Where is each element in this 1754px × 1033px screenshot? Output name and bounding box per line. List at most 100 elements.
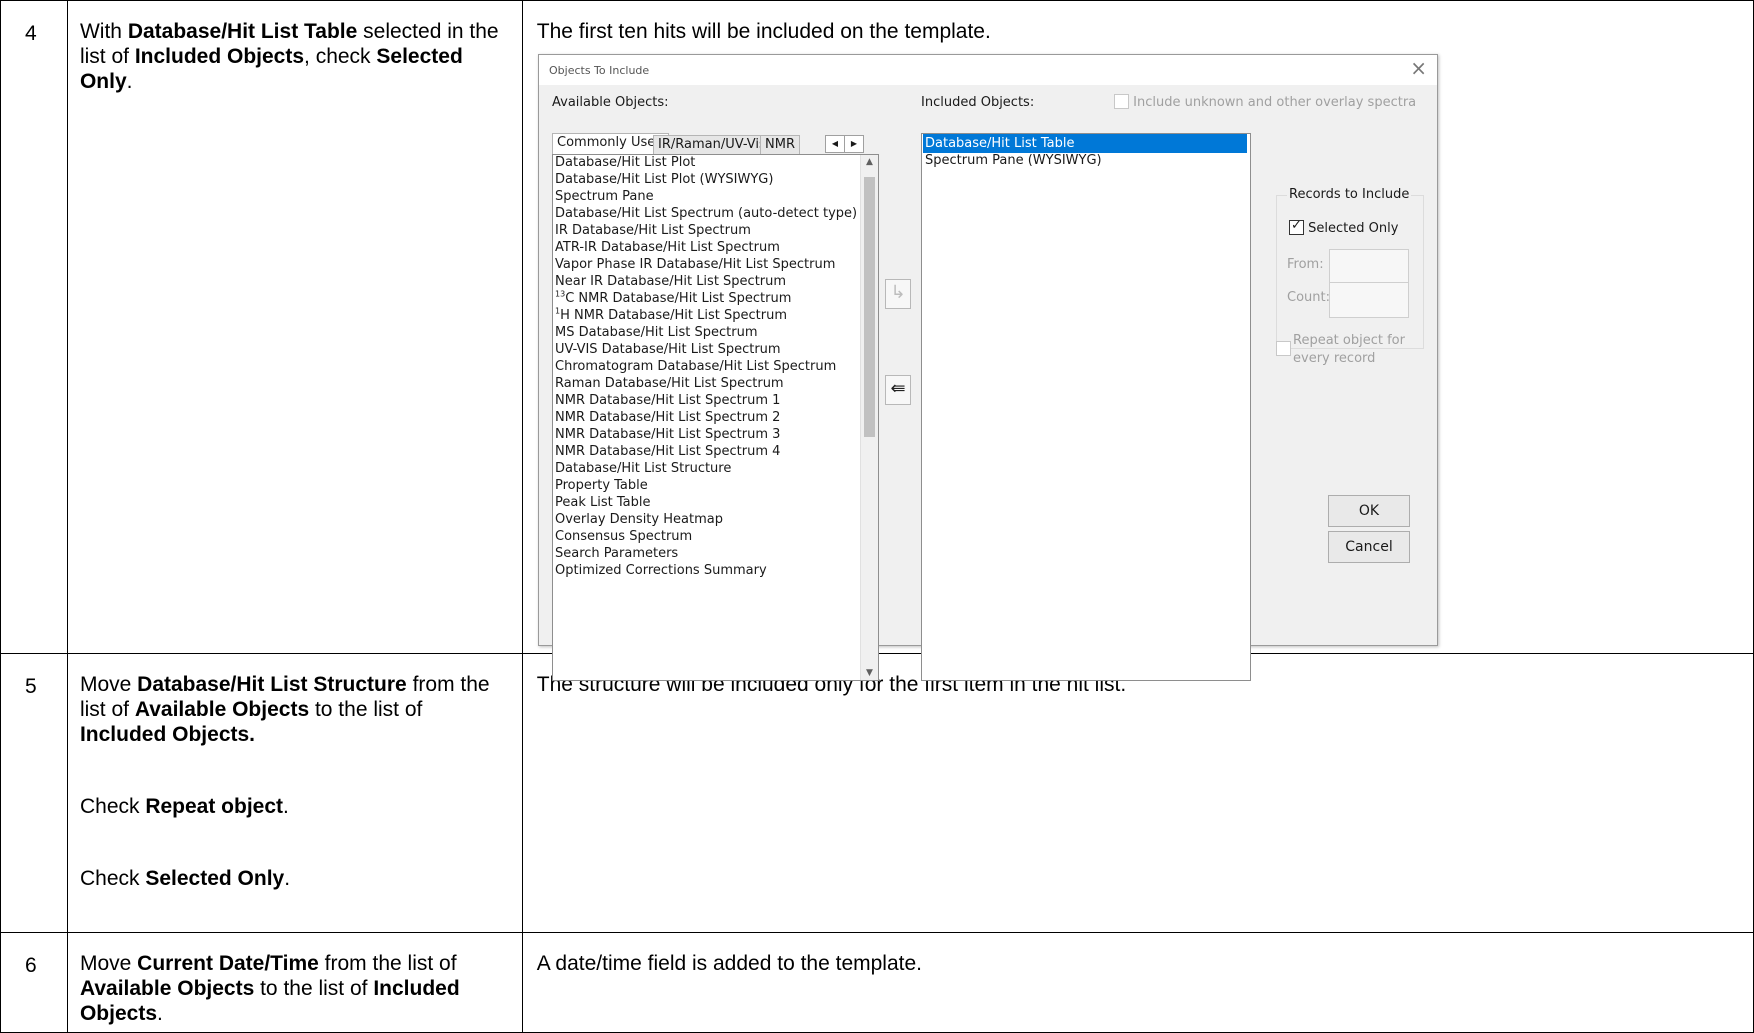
step-number: 5 — [0, 653, 68, 933]
step-instruction: Move Database/Hit List Structure from th… — [66, 653, 523, 933]
included-objects-list[interactable]: Database/Hit List Table Spectrum Pane (WY… — [921, 133, 1251, 681]
included-object-item[interactable]: Spectrum Pane (WYSIWYG) — [923, 151, 1247, 170]
available-object-label: NMR Database/Hit List Spectrum 3 — [555, 427, 781, 442]
scrollbar-thumb[interactable] — [864, 177, 875, 437]
bold-term: Database/Hit List Structure — [137, 673, 407, 696]
step-row-5: 5 Move Database/Hit List Structure from … — [0, 653, 1754, 933]
available-object-label: ATR-IR Database/Hit List Spectrum — [555, 240, 780, 255]
dialog-title: Objects To Include — [549, 64, 650, 77]
bold-term: Included Objects. — [79, 723, 256, 746]
records-to-include-group: Records to Include ✓ Selected Only From:… — [1276, 187, 1424, 349]
step-number: 4 — [0, 0, 68, 654]
available-object-label: Database/Hit List Spectrum (auto-detect … — [555, 206, 858, 221]
cancel-button[interactable]: Cancel — [1328, 531, 1410, 563]
objects-to-include-dialog: Objects To Include × Available Objects: … — [538, 54, 1438, 681]
instruction-text: to the list of — [254, 977, 374, 1000]
checkbox-icon — [1276, 341, 1291, 356]
step-result: A date/time field is added to the templa… — [521, 932, 1754, 1033]
records-group-title: Records to Include — [1287, 187, 1412, 202]
available-object-label: H NMR Database/Hit List Spectrum — [560, 308, 787, 323]
step-row-6: 6 Move Current Date/Time from the list o… — [0, 932, 1754, 1033]
repeat-label-line-1: Repeat object for — [1293, 333, 1405, 348]
tab-commonly-used[interactable]: Commonly Used — [552, 133, 669, 154]
available-object-label: Overlay Density Heatmap — [555, 512, 723, 527]
selected-only-label: Selected Only — [1308, 221, 1399, 236]
instruction-text: to the list of — [309, 698, 423, 721]
repeat-object-checkbox[interactable]: Repeat object for every record — [1276, 332, 1405, 368]
available-object-label: Spectrum Pane — [555, 189, 654, 204]
from-field[interactable] — [1329, 249, 1409, 285]
step-result: The structure will be included only for … — [521, 653, 1754, 933]
close-icon[interactable]: × — [1410, 58, 1427, 78]
available-object-label: NMR Database/Hit List Spectrum 1 — [555, 393, 781, 408]
bold-term: Database/Hit List Table — [127, 20, 358, 43]
available-object-item[interactable]: Optimized Corrections Summary — [555, 561, 767, 580]
available-object-label: C NMR Database/Hit List Spectrum — [565, 291, 792, 306]
available-object-label: Optimized Corrections Summary — [555, 563, 767, 578]
included-objects-label: Included Objects: — [921, 95, 1035, 110]
instruction-text: With — [79, 20, 128, 43]
remove-object-button[interactable]: ⇚ — [885, 375, 911, 405]
available-object-label: UV-VIS Database/Hit List Spectrum — [555, 342, 781, 357]
instruction-text: . — [126, 70, 133, 93]
instruction-text: Check — [79, 867, 146, 890]
step-number: 6 — [0, 932, 68, 1033]
instruction-text: , check — [304, 45, 377, 68]
available-object-label: NMR Database/Hit List Spectrum 2 — [555, 410, 781, 425]
available-object-label: IR Database/Hit List Spectrum — [555, 223, 751, 238]
available-objects-list[interactable]: ▲ ▼ Database/Hit List Plot Database/Hit L… — [552, 154, 879, 681]
bold-term: Included Objects — [134, 45, 305, 68]
bold-term: Available Objects — [79, 977, 255, 1000]
available-object-label: Raman Database/Hit List Spectrum — [555, 376, 784, 391]
count-field[interactable] — [1329, 282, 1409, 318]
instruction-text: Move — [79, 952, 138, 975]
bold-term: Current Date/Time — [137, 952, 319, 975]
available-object-label: NMR Database/Hit List Spectrum 4 — [555, 444, 781, 459]
instruction-text: . — [283, 795, 289, 818]
include-unknown-checkbox[interactable]: Include unknown and other overlay spectr… — [1114, 94, 1417, 110]
available-list-scrollbar[interactable]: ▲ ▼ — [860, 155, 878, 680]
available-objects-label: Available Objects: — [552, 95, 669, 110]
instruction-text: Move — [79, 673, 138, 696]
step-instruction: Move Current Date/Time from the list of … — [66, 932, 523, 1033]
bold-term: Repeat object — [145, 795, 284, 818]
isotope-superscript: 13 — [555, 289, 566, 299]
available-object-label: Search Parameters — [555, 546, 679, 561]
bold-term: Selected Only — [145, 867, 285, 890]
available-object-label: Chromatogram Database/Hit List Spectrum — [555, 359, 837, 374]
tab-scroll-left-icon[interactable]: ◀ — [825, 135, 845, 153]
scroll-down-icon[interactable]: ▼ — [861, 668, 878, 678]
instruction-text: . — [157, 1002, 163, 1025]
available-object-label: Database/Hit List Plot (WYSIWYG) — [555, 172, 774, 187]
available-object-label: Database/Hit List Structure — [555, 461, 732, 476]
checkbox-icon — [1114, 94, 1129, 109]
instruction-text: . — [284, 867, 291, 890]
available-object-label: Database/Hit List Plot — [555, 155, 696, 170]
available-object-label: Property Table — [555, 478, 648, 493]
step-instruction: With Database/Hit List Table selected in… — [66, 0, 523, 654]
repeat-label-line-2: every record — [1293, 351, 1376, 366]
dialog-titlebar: Objects To Include × — [539, 55, 1437, 85]
add-object-button[interactable]: ↳ — [885, 279, 911, 309]
tab-scroll-arrows: ◀ ▶ — [825, 135, 865, 153]
ok-button[interactable]: OK — [1328, 495, 1410, 527]
count-label: Count: — [1287, 290, 1330, 305]
instruction-text: Check — [79, 795, 146, 818]
instruction-text: from the list of — [318, 952, 457, 975]
scroll-up-icon[interactable]: ▲ — [861, 157, 878, 167]
result-text: The first ten hits will be included on t… — [536, 20, 991, 43]
available-object-label: Vapor Phase IR Database/Hit List Spectru… — [555, 257, 836, 272]
checkbox-checked-icon: ✓ — [1289, 218, 1304, 235]
include-unknown-label: Include unknown and other overlay spectr… — [1133, 95, 1417, 110]
tab-scroll-right-icon[interactable]: ▶ — [844, 135, 864, 153]
tab-ir-raman-uv-vis[interactable]: IR/Raman/UV-Vis — [653, 135, 771, 154]
result-text: A date/time field is added to the templa… — [536, 952, 922, 975]
tab-nmr[interactable]: NMR — [760, 135, 800, 154]
selected-only-checkbox[interactable]: ✓ Selected Only — [1289, 218, 1399, 236]
bold-term: Available Objects — [134, 698, 310, 721]
available-object-label: Consensus Spectrum — [555, 529, 693, 544]
available-object-label: Peak List Table — [555, 495, 651, 510]
available-object-label: Near IR Database/Hit List Spectrum — [555, 274, 787, 289]
available-object-label: MS Database/Hit List Spectrum — [555, 325, 758, 340]
from-label: From: — [1287, 257, 1324, 272]
